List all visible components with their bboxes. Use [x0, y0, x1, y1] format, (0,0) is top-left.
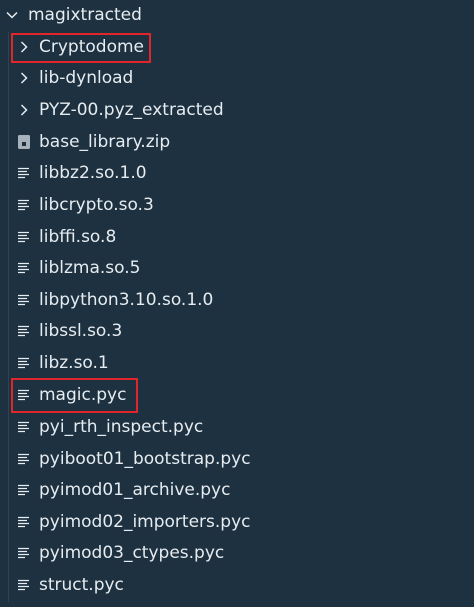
tree-item-label: struct.pyc: [39, 575, 124, 595]
tree-file-libcrypto[interactable]: libcrypto.so.3: [0, 190, 474, 220]
tree-file-pyimod01[interactable]: pyimod01_archive.pyc: [0, 475, 474, 505]
text-file-icon: [14, 258, 34, 278]
tree-file-libz[interactable]: libz.so.1: [0, 348, 474, 378]
tree-item-label: pyimod02_importers.pyc: [39, 512, 251, 532]
tree-item-label: libbz2.so.1.0: [39, 163, 147, 183]
tree-item-label: pyiboot01_bootstrap.pyc: [39, 449, 251, 469]
tree-item-label: pyimod01_archive.pyc: [39, 480, 231, 500]
text-file-icon: [14, 449, 34, 469]
tree-item-label: lib-dynload: [39, 68, 134, 88]
tree-item-label: magic.pyc: [39, 385, 127, 405]
tree-file-libffi[interactable]: libffi.so.8: [0, 222, 474, 252]
tree-item-label: liblzma.so.5: [39, 258, 141, 278]
tree-item-label: PYZ-00.pyz_extracted: [39, 100, 224, 120]
text-file-icon: [14, 480, 34, 500]
text-file-icon: [14, 353, 34, 373]
tree-file-base-library-zip[interactable]: base_library.zip: [0, 127, 474, 157]
text-file-icon: [14, 417, 34, 437]
tree-folder-pyz-extracted[interactable]: PYZ-00.pyz_extracted: [0, 95, 474, 125]
text-file-icon: [14, 321, 34, 341]
tree-root-folder[interactable]: magixtracted: [0, 0, 474, 30]
chevron-right-icon[interactable]: [14, 37, 34, 57]
text-file-icon: [14, 227, 34, 247]
text-file-icon: [14, 512, 34, 532]
tree-item-label: libpython3.10.so.1.0: [39, 290, 214, 310]
tree-item-label: libssl.so.3: [39, 321, 123, 341]
tree-item-label: Cryptodome: [39, 37, 144, 57]
tree-file-libpython[interactable]: libpython3.10.so.1.0: [0, 285, 474, 315]
tree-file-magic-pyc[interactable]: magic.pyc: [0, 380, 474, 410]
chevron-down-icon[interactable]: [2, 5, 22, 25]
tree-file-pyimod03[interactable]: pyimod03_ctypes.pyc: [0, 538, 474, 568]
text-file-icon: [14, 290, 34, 310]
tree-item-label: libffi.so.8: [39, 227, 117, 247]
zip-file-icon: [14, 132, 34, 152]
tree-folder-lib-dynload[interactable]: lib-dynload: [0, 63, 474, 93]
text-file-icon: [14, 195, 34, 215]
tree-file-liblzma[interactable]: liblzma.so.5: [0, 253, 474, 283]
text-file-icon: [14, 163, 34, 183]
text-file-icon: [14, 575, 34, 595]
text-file-icon: [14, 543, 34, 563]
tree-file-libbz2[interactable]: libbz2.so.1.0: [0, 158, 474, 188]
file-explorer-tree: magixtracted Cryptodome lib-dynload PYZ-…: [0, 0, 474, 607]
tree-item-label: libcrypto.so.3: [39, 195, 154, 215]
tree-item-label: pyi_rth_inspect.pyc: [39, 417, 204, 437]
chevron-right-icon[interactable]: [14, 100, 34, 120]
tree-file-pyiboot01[interactable]: pyiboot01_bootstrap.pyc: [0, 444, 474, 474]
tree-file-pyimod02[interactable]: pyimod02_importers.pyc: [0, 507, 474, 537]
tree-file-struct-pyc[interactable]: struct.pyc: [0, 570, 474, 600]
text-file-icon: [14, 385, 34, 405]
tree-root-label: magixtracted: [28, 5, 142, 25]
tree-item-label: pyimod03_ctypes.pyc: [39, 543, 225, 563]
tree-item-label: libz.so.1: [39, 353, 109, 373]
chevron-right-icon[interactable]: [14, 68, 34, 88]
tree-item-label: base_library.zip: [39, 132, 171, 152]
tree-folder-cryptodome[interactable]: Cryptodome: [0, 32, 474, 62]
tree-file-pyi-rth-inspect[interactable]: pyi_rth_inspect.pyc: [0, 412, 474, 442]
tree-file-libssl[interactable]: libssl.so.3: [0, 316, 474, 346]
